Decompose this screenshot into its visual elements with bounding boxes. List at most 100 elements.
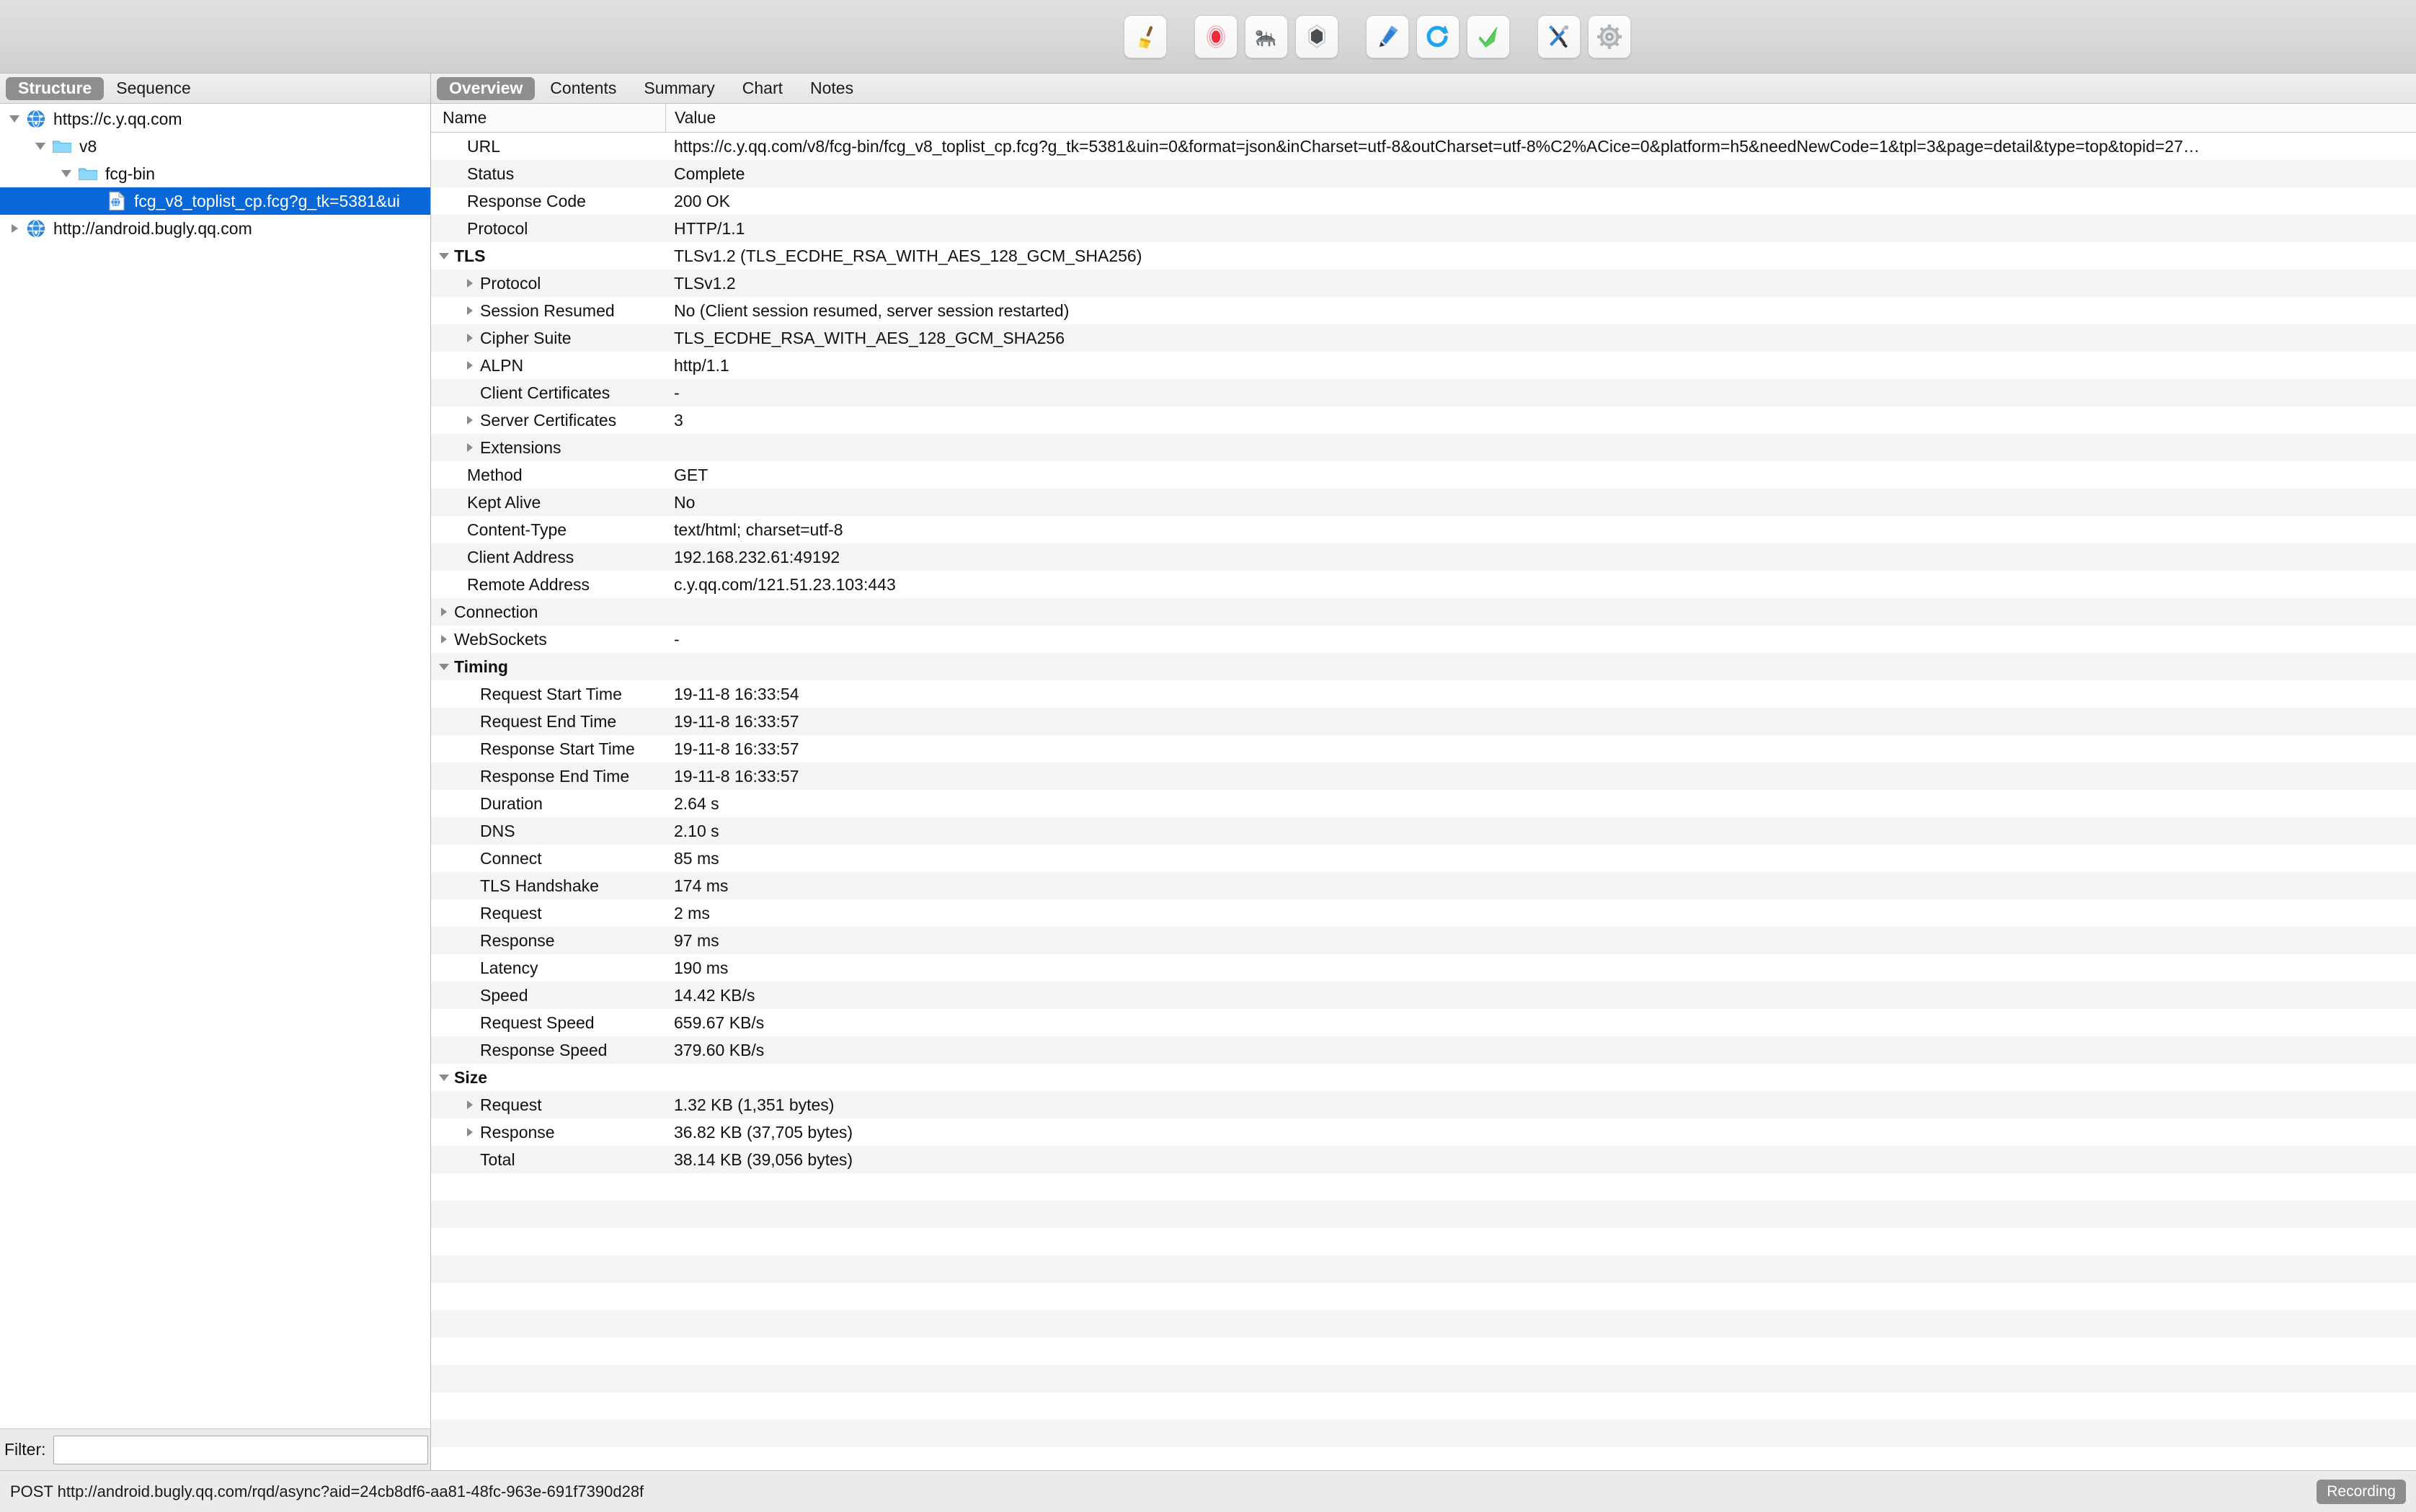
detail-row[interactable]: Request2 ms <box>431 899 2416 927</box>
twisty-open-icon[interactable] <box>30 143 50 150</box>
twisty-closed-icon[interactable] <box>4 224 25 233</box>
tab-chart[interactable]: Chart <box>730 77 795 100</box>
column-header-name[interactable]: Name <box>431 108 665 128</box>
repeat-button[interactable] <box>1416 15 1460 58</box>
detail-row-name: Client Address <box>467 548 574 567</box>
twisty-open-icon[interactable] <box>56 170 76 177</box>
detail-row[interactable]: Server Certificates3 <box>431 406 2416 434</box>
tab-notes[interactable]: Notes <box>798 77 866 100</box>
detail-row[interactable]: Content-Typetext/html; charset=utf-8 <box>431 516 2416 543</box>
twisty-closed-icon[interactable] <box>461 334 479 342</box>
twisty-open-icon[interactable] <box>435 253 453 259</box>
tree-row[interactable]: http://android.bugly.qq.com <box>0 215 430 242</box>
main-toolbar <box>0 0 2416 74</box>
twisty-closed-icon[interactable] <box>461 1128 479 1137</box>
clear-session-button[interactable] <box>1124 15 1167 58</box>
detail-row[interactable]: DNS2.10 s <box>431 817 2416 845</box>
detail-row[interactable]: Request1.32 KB (1,351 bytes) <box>431 1091 2416 1119</box>
detail-row-name: Request End Time <box>480 712 616 731</box>
detail-row[interactable]: TLSTLSv1.2 (TLS_ECDHE_RSA_WITH_AES_128_G… <box>431 242 2416 270</box>
column-header-value[interactable]: Value <box>666 108 716 128</box>
detail-row[interactable]: MethodGET <box>431 461 2416 489</box>
twisty-open-icon[interactable] <box>435 664 453 670</box>
detail-row-name: Latency <box>480 959 538 978</box>
detail-row[interactable]: Total38.14 KB (39,056 bytes) <box>431 1146 2416 1173</box>
twisty-closed-icon[interactable] <box>461 416 479 424</box>
tree-row[interactable]: https://c.y.qq.com <box>0 105 430 133</box>
filter-input[interactable] <box>53 1436 428 1464</box>
detail-row[interactable]: Cipher SuiteTLS_ECDHE_RSA_WITH_AES_128_G… <box>431 324 2416 352</box>
detail-row[interactable]: Response36.82 KB (37,705 bytes) <box>431 1119 2416 1146</box>
overview-detail-list[interactable]: URLhttps://c.y.qq.com/v8/fcg-bin/fcg_v8_… <box>431 133 2416 1470</box>
detail-row[interactable]: Timing <box>431 653 2416 680</box>
tree-row[interactable]: fcg-bin <box>0 160 430 187</box>
twisty-open-icon[interactable] <box>435 1075 453 1081</box>
filter-bar: Filter: <box>0 1428 430 1470</box>
tree-row[interactable]: v8 <box>0 133 430 160</box>
detail-row[interactable]: Response Start Time19-11-8 16:33:57 <box>431 735 2416 762</box>
detail-row[interactable]: WebSockets- <box>431 626 2416 653</box>
throttle-button[interactable] <box>1245 15 1288 58</box>
settings-button[interactable] <box>1588 15 1631 58</box>
globe-icon <box>25 109 48 129</box>
detail-row[interactable]: Response97 ms <box>431 927 2416 954</box>
compose-button[interactable] <box>1366 15 1409 58</box>
toolbar-group-capture <box>1194 15 1338 58</box>
tab-overview[interactable]: Overview <box>437 77 535 100</box>
detail-row[interactable]: Latency190 ms <box>431 954 2416 982</box>
detail-row-name-cell: Extensions <box>431 438 665 458</box>
detail-row[interactable]: Client Certificates- <box>431 379 2416 406</box>
detail-row-name: URL <box>467 137 500 156</box>
twisty-closed-icon[interactable] <box>461 279 479 288</box>
twisty-closed-icon[interactable] <box>461 1100 479 1109</box>
detail-row[interactable]: Size <box>431 1064 2416 1091</box>
recording-status-badge[interactable]: Recording <box>2317 1480 2406 1504</box>
detail-row-name: Speed <box>480 986 528 1005</box>
detail-row-name: Remote Address <box>467 575 590 595</box>
detail-row-name: Request Speed <box>480 1013 595 1033</box>
record-button[interactable] <box>1194 15 1238 58</box>
twisty-closed-icon[interactable] <box>461 361 479 370</box>
tree-row-selected[interactable]: fcg_v8_toplist_cp.fcg?g_tk=5381&ui <box>0 187 430 215</box>
detail-row[interactable]: Response Code200 OK <box>431 187 2416 215</box>
twisty-closed-icon[interactable] <box>461 306 479 315</box>
detail-row-name: Extensions <box>480 438 561 458</box>
tools-button[interactable] <box>1537 15 1581 58</box>
tab-contents[interactable]: Contents <box>538 77 629 100</box>
detail-row[interactable]: Request End Time19-11-8 16:33:57 <box>431 708 2416 735</box>
detail-row[interactable]: Speed14.42 KB/s <box>431 982 2416 1009</box>
detail-row[interactable]: Connection <box>431 598 2416 626</box>
twisty-closed-icon[interactable] <box>435 635 453 644</box>
tab-summary-label: Summary <box>644 79 714 98</box>
tree-item-label: v8 <box>79 137 97 156</box>
breakpoints-button[interactable] <box>1295 15 1338 58</box>
session-tree[interactable]: https://c.y.qq.com v8 <box>0 104 430 1428</box>
tab-summary[interactable]: Summary <box>631 77 727 100</box>
detail-row[interactable]: Extensions <box>431 434 2416 461</box>
twisty-open-icon[interactable] <box>4 115 25 123</box>
detail-row[interactable]: Kept AliveNo <box>431 489 2416 516</box>
twisty-closed-icon[interactable] <box>435 608 453 616</box>
twisty-closed-icon[interactable] <box>461 443 479 452</box>
segment-sequence[interactable]: Sequence <box>104 77 203 100</box>
detail-row[interactable]: URLhttps://c.y.qq.com/v8/fcg-bin/fcg_v8_… <box>431 133 2416 160</box>
detail-row[interactable]: Session ResumedNo (Client session resume… <box>431 297 2416 324</box>
detail-row-name: TLS Handshake <box>480 876 599 896</box>
detail-row[interactable]: ALPNhttp/1.1 <box>431 352 2416 379</box>
detail-row[interactable]: ProtocolTLSv1.2 <box>431 270 2416 297</box>
validate-button[interactable] <box>1467 15 1510 58</box>
detail-row[interactable]: Request Start Time19-11-8 16:33:54 <box>431 680 2416 708</box>
detail-row[interactable]: Duration2.64 s <box>431 790 2416 817</box>
detail-row[interactable]: Client Address192.168.232.61:49192 <box>431 543 2416 571</box>
detail-row-value: Complete <box>665 164 745 184</box>
detail-row[interactable]: Request Speed659.67 KB/s <box>431 1009 2416 1036</box>
detail-row[interactable]: Response Speed379.60 KB/s <box>431 1036 2416 1064</box>
detail-row[interactable]: TLS Handshake174 ms <box>431 872 2416 899</box>
detail-row-name: Method <box>467 466 523 485</box>
segment-structure[interactable]: Structure <box>6 77 104 100</box>
detail-row[interactable]: Response End Time19-11-8 16:33:57 <box>431 762 2416 790</box>
detail-row[interactable]: Remote Addressc.y.qq.com/121.51.23.103:4… <box>431 571 2416 598</box>
detail-row[interactable]: StatusComplete <box>431 160 2416 187</box>
detail-row[interactable]: Connect85 ms <box>431 845 2416 872</box>
detail-row[interactable]: ProtocolHTTP/1.1 <box>431 215 2416 242</box>
